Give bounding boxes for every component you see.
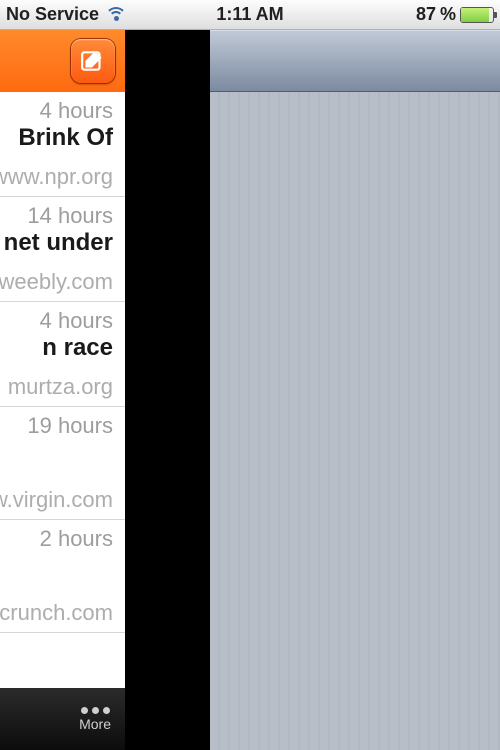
item-time: 4 hours [0,98,113,124]
more-icon [81,707,110,714]
item-source: .weebly.com [0,269,113,295]
item-source: www.npr.org [0,164,113,190]
left-panel[interactable]: 4 hours Brink Of www.npr.org 14 hours ne… [0,30,125,750]
tab-more[interactable]: More [79,707,111,732]
tab-unknown[interactable] [7,701,25,737]
item-title: net under [0,229,113,257]
list-item[interactable]: 2 hours ncrunch.com [0,520,125,633]
article-list[interactable]: 4 hours Brink Of www.npr.org 14 hours ne… [0,92,125,688]
wifi-icon [105,7,127,23]
item-title [0,439,113,475]
item-time: 14 hours [0,203,113,229]
stage: 4 hours Brink Of www.npr.org 14 hours ne… [0,30,500,750]
battery-pct-suffix: % [440,4,456,25]
compose-button[interactable] [71,39,115,83]
battery-pct: 87 [416,4,436,25]
list-item[interactable]: 4 hours n race murtza.org [0,302,125,407]
right-panel-body [210,92,500,750]
tab-bar: More [0,688,125,750]
right-panel[interactable] [210,30,500,750]
clock: 1:11 AM [216,4,283,25]
item-time: 19 hours [0,413,113,439]
list-item[interactable]: 4 hours Brink Of www.npr.org [0,92,125,197]
item-source: ncrunch.com [0,600,113,626]
item-time: 2 hours [0,526,113,552]
compose-icon [80,48,106,74]
right-panel-navbar [210,30,500,92]
item-source: murtza.org [0,374,113,400]
list-item[interactable]: 14 hours net under .weebly.com [0,197,125,302]
tab-label: More [79,716,111,732]
status-bar: No Service 1:11 AM 87% [0,0,500,30]
battery-icon [460,7,494,23]
service-status: No Service [6,4,99,25]
item-title: Brink Of [0,124,113,152]
list-item[interactable]: 19 hours w.virgin.com [0,407,125,520]
left-navbar [0,30,125,92]
tab-label [14,721,18,737]
item-time: 4 hours [0,308,113,334]
viewport: No Service 1:11 AM 87% [0,0,500,750]
item-title: n race [0,334,113,362]
item-title [0,552,113,588]
item-source: w.virgin.com [0,487,113,513]
